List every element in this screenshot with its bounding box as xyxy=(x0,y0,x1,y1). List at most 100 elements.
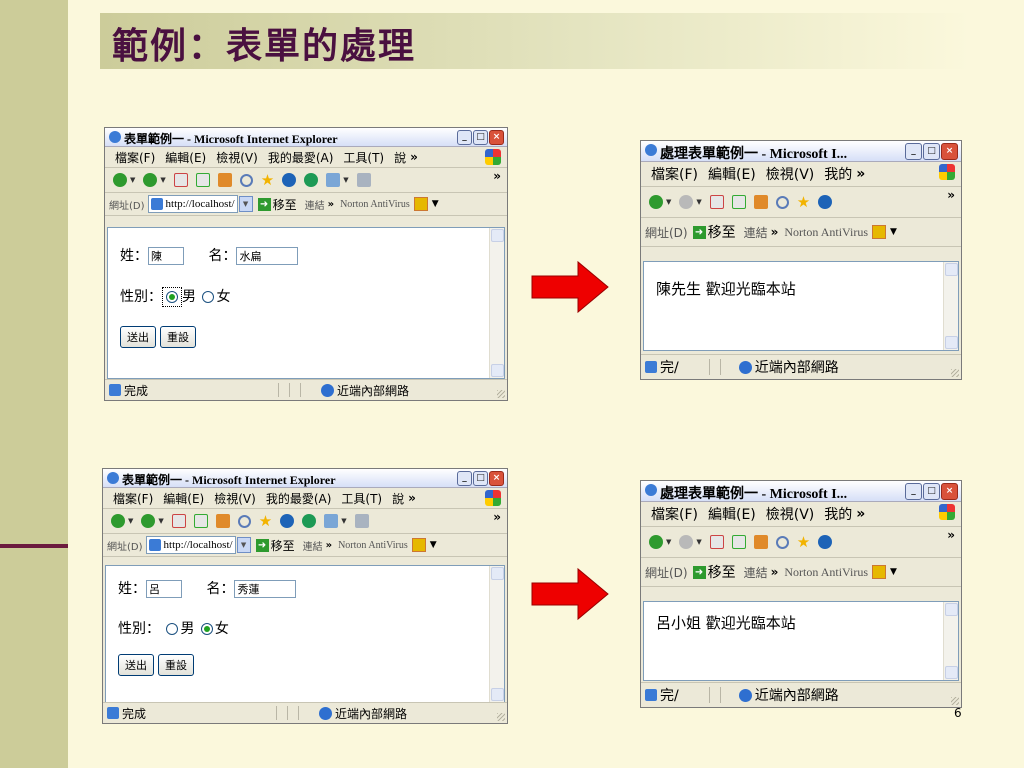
norton-dropdown-icon[interactable]: ▼ xyxy=(890,227,897,237)
female-radio[interactable] xyxy=(200,623,213,635)
close-button[interactable]: × xyxy=(941,143,958,160)
toolbar-chevron[interactable]: » xyxy=(493,169,501,183)
toolbar-chevron[interactable]: » xyxy=(493,510,501,524)
maximize-button[interactable]: □ xyxy=(473,130,488,145)
search-icon[interactable] xyxy=(775,535,789,549)
media-icon[interactable] xyxy=(280,514,295,528)
refresh-icon[interactable] xyxy=(193,514,208,528)
home-icon[interactable] xyxy=(217,173,232,187)
stop-icon[interactable] xyxy=(173,173,188,187)
vertical-scrollbar[interactable] xyxy=(489,228,504,378)
menu-view[interactable]: 檢視(V) xyxy=(766,504,815,524)
go-button[interactable]: 移至 xyxy=(708,562,736,582)
resize-grip[interactable] xyxy=(497,390,505,398)
links-label[interactable]: 連結 xyxy=(744,224,768,241)
links-label[interactable]: 連結 xyxy=(744,564,768,581)
window-titlebar[interactable]: 處理表單範例一 - Microsoft I... _ □ × xyxy=(641,481,961,502)
window-titlebar[interactable]: 處理表單範例一 - Microsoft I... _ □ × xyxy=(641,141,961,162)
favorites-star-icon[interactable]: ★ xyxy=(797,195,810,210)
forward-icon[interactable] xyxy=(143,173,158,187)
given-name-field[interactable]: 水扁 xyxy=(236,247,299,265)
window-titlebar[interactable]: 表單範例一 - Microsoft Internet Explorer _ □ … xyxy=(103,469,507,488)
menu-file[interactable]: 檔案(F) xyxy=(651,164,698,184)
maximize-button[interactable]: □ xyxy=(923,143,940,160)
resize-grip[interactable] xyxy=(951,697,959,705)
favorites-star-icon[interactable]: ★ xyxy=(259,514,272,529)
menu-chevron[interactable]: » xyxy=(410,150,418,164)
search-icon[interactable] xyxy=(237,514,251,528)
menu-chevron[interactable]: » xyxy=(856,166,865,182)
norton-icon[interactable] xyxy=(411,538,426,552)
menu-favorites[interactable]: 我的最愛(A) xyxy=(266,490,332,507)
norton-dropdown-icon[interactable]: ▼ xyxy=(890,567,897,577)
toolbar-chevron[interactable]: » xyxy=(947,188,955,202)
reset-button[interactable]: 重設 xyxy=(158,654,194,676)
maximize-button[interactable]: □ xyxy=(923,483,940,500)
go-button[interactable]: 移至 xyxy=(273,196,297,213)
forward-icon[interactable] xyxy=(679,195,694,209)
vertical-scrollbar[interactable] xyxy=(489,566,504,702)
links-chevron[interactable]: » xyxy=(328,199,334,210)
toolbar-chevron[interactable]: » xyxy=(947,528,955,542)
close-button[interactable]: × xyxy=(941,483,958,500)
submit-button[interactable]: 送出 xyxy=(118,654,154,676)
go-arrow-icon[interactable]: ➜ xyxy=(257,197,271,211)
go-arrow-icon[interactable]: ➜ xyxy=(692,565,706,579)
links-label[interactable]: 連結 xyxy=(305,197,325,212)
window-titlebar[interactable]: 表單範例一 - Microsoft Internet Explorer _ □ … xyxy=(105,128,507,147)
menu-edit[interactable]: 編輯(E) xyxy=(163,490,204,507)
menu-favorites[interactable]: 我的 xyxy=(824,504,852,524)
favorites-star-icon[interactable]: ★ xyxy=(261,173,274,188)
go-button[interactable]: 移至 xyxy=(708,222,736,242)
menu-edit[interactable]: 編輯(E) xyxy=(708,504,756,524)
reset-button[interactable]: 重設 xyxy=(160,326,196,348)
stop-icon[interactable] xyxy=(171,514,186,528)
menu-favorites[interactable]: 我的最愛(A) xyxy=(268,149,334,166)
links-chevron[interactable]: » xyxy=(771,565,779,579)
menu-file[interactable]: 檔案(F) xyxy=(651,504,698,524)
menu-tools[interactable]: 工具(T) xyxy=(343,149,384,166)
back-icon[interactable] xyxy=(111,514,125,528)
favorites-star-icon[interactable]: ★ xyxy=(797,535,810,550)
links-chevron[interactable]: » xyxy=(771,225,779,239)
refresh-icon[interactable] xyxy=(195,173,210,187)
history-icon[interactable] xyxy=(304,173,319,187)
links-chevron[interactable]: » xyxy=(326,540,332,551)
go-arrow-icon[interactable]: ➜ xyxy=(692,225,706,239)
links-label[interactable]: 連結 xyxy=(303,538,323,553)
submit-button[interactable]: 送出 xyxy=(120,326,156,348)
norton-icon[interactable] xyxy=(413,197,428,211)
forward-icon[interactable] xyxy=(679,535,694,549)
home-icon[interactable] xyxy=(215,514,230,528)
go-button[interactable]: 移至 xyxy=(271,537,295,554)
stop-icon[interactable] xyxy=(709,535,724,549)
minimize-button[interactable]: _ xyxy=(905,483,922,500)
minimize-button[interactable]: _ xyxy=(905,143,922,160)
maximize-button[interactable]: □ xyxy=(473,471,488,486)
close-button[interactable]: × xyxy=(489,130,504,145)
norton-dropdown-icon[interactable]: ▼ xyxy=(432,199,439,209)
stop-icon[interactable] xyxy=(709,195,724,209)
menu-help[interactable]: 說 xyxy=(394,149,406,166)
forward-icon[interactable] xyxy=(141,514,156,528)
female-radio[interactable] xyxy=(202,291,215,303)
norton-label[interactable]: Norton AntiVirus xyxy=(784,225,868,240)
vertical-scrollbar[interactable] xyxy=(943,602,958,680)
norton-icon[interactable] xyxy=(872,565,887,579)
menu-view[interactable]: 檢視(V) xyxy=(766,164,815,184)
resize-grip[interactable] xyxy=(951,369,959,377)
mail-icon[interactable] xyxy=(326,173,341,187)
print-icon[interactable] xyxy=(354,514,369,528)
back-icon[interactable] xyxy=(649,195,663,209)
minimize-button[interactable]: _ xyxy=(457,471,472,486)
search-icon[interactable] xyxy=(239,173,253,187)
male-radio[interactable] xyxy=(166,623,179,635)
home-icon[interactable] xyxy=(753,195,768,209)
mail-icon[interactable] xyxy=(324,514,339,528)
back-icon[interactable] xyxy=(113,173,127,187)
search-icon[interactable] xyxy=(775,195,789,209)
menu-help[interactable]: 說 xyxy=(392,490,404,507)
refresh-icon[interactable] xyxy=(731,195,746,209)
address-dropdown-button[interactable]: ▼ xyxy=(236,537,251,553)
resize-grip[interactable] xyxy=(497,713,505,721)
